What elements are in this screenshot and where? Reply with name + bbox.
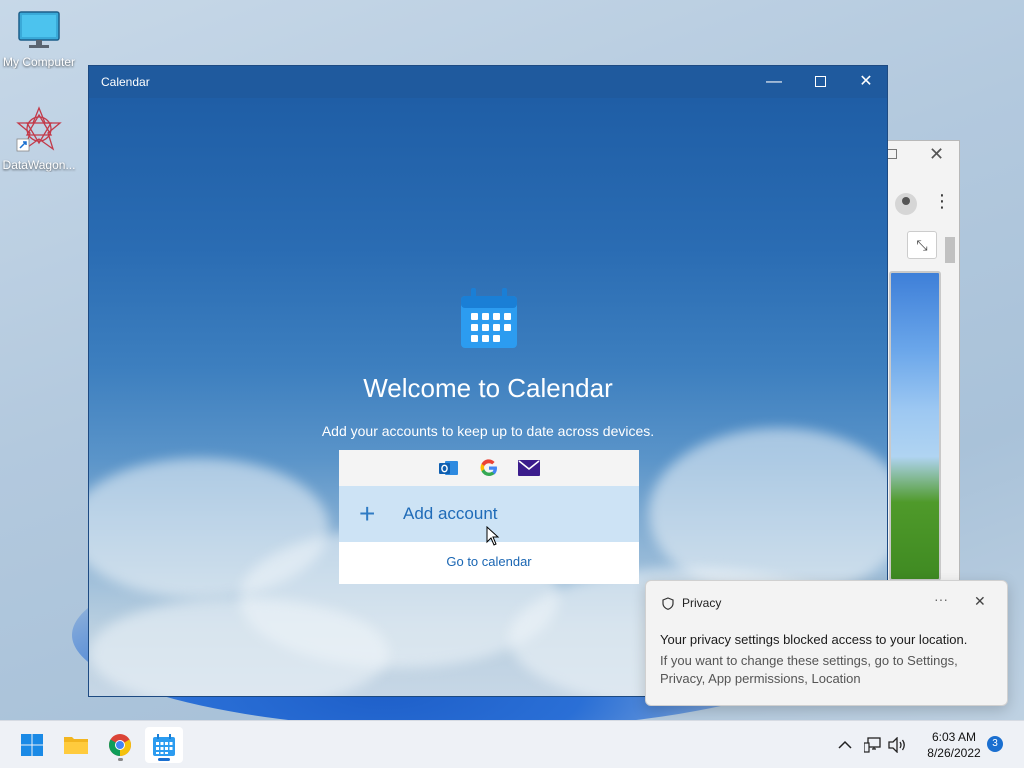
scrollbar-thumb[interactable] [945,237,955,263]
close-icon[interactable]: ✕ [929,144,944,165]
monitor-icon [18,11,60,48]
outlook-icon [438,458,460,478]
clock-time: 6:03 AM [931,730,977,744]
clock-date: 8/26/2022 [927,746,981,760]
notification-count-badge[interactable]: 3 [987,736,1003,752]
datawagon-icon [16,106,62,152]
add-account-label: Add account [403,504,498,523]
collapse-icon[interactable]: ⤡ [907,231,937,259]
volume-button[interactable] [888,721,908,768]
notification-message: Your privacy settings blocked access to … [660,632,968,647]
plus-icon: + [359,498,376,529]
privacy-notification[interactable]: Privacy ··· ✕ Your privacy settings bloc… [645,580,1008,706]
calendar-taskbar-button[interactable] [145,727,183,763]
mail-icon [518,458,540,478]
running-indicator [118,758,123,761]
menu-icon[interactable]: ⋮ [933,191,951,212]
calendar-titlebar: Calendar — ✕ [89,66,887,98]
chevron-up-icon [838,740,852,749]
active-indicator [158,758,170,761]
calendar-icon [153,734,175,756]
calendar-logo-icon [461,288,517,348]
notification-header: Privacy [662,596,721,610]
desktop-icon-label: My Computer [2,55,76,69]
chrome-icon [109,734,131,756]
cloud [89,598,389,696]
network-icon [864,737,881,753]
welcome-subtitle: Add your accounts to keep up to date acr… [321,423,655,439]
speaker-icon [888,737,905,753]
welcome-title: Welcome to Calendar [363,373,613,403]
account-card: + Add account Go to calendar [339,450,639,584]
chrome-button[interactable] [101,727,139,763]
desktop-icon-label: DataWagon... [2,158,76,172]
desktop-icon-my-computer[interactable]: My Computer [0,10,78,69]
close-notification-button[interactable]: ✕ [974,593,986,610]
show-hidden-icons-button[interactable] [838,721,852,768]
taskbar: 6:03 AM 8/26/2022 [0,720,1024,768]
window-title: Calendar [101,75,150,89]
network-button[interactable] [864,721,882,768]
minimize-button[interactable]: — [751,66,797,98]
maximize-button[interactable] [797,66,843,98]
account-provider-icons [339,450,639,486]
file-explorer-icon [64,737,88,754]
desktop-icon-datawagon[interactable]: DataWagon... [0,105,78,172]
go-to-calendar-link[interactable]: Go to calendar [339,542,639,584]
close-button[interactable]: ✕ [843,66,887,98]
wallpaper-preview-image [889,271,941,581]
browser-toolbar: ⋮ [889,189,959,221]
google-icon [478,458,500,478]
clock[interactable]: 6:03 AM 8/26/2022 [918,729,990,761]
more-options-button[interactable]: ··· [934,591,948,607]
file-explorer-button[interactable] [57,727,95,763]
notification-title: Privacy [682,596,722,610]
maximize-icon [814,76,826,88]
maximize-icon[interactable] [887,149,897,159]
start-icon [21,734,43,756]
notification-detail: If you want to change these settings, go… [660,653,958,686]
profile-icon[interactable] [895,193,917,215]
shield-icon [662,596,674,610]
start-button[interactable] [13,727,51,763]
mouse-cursor-icon [486,526,500,546]
